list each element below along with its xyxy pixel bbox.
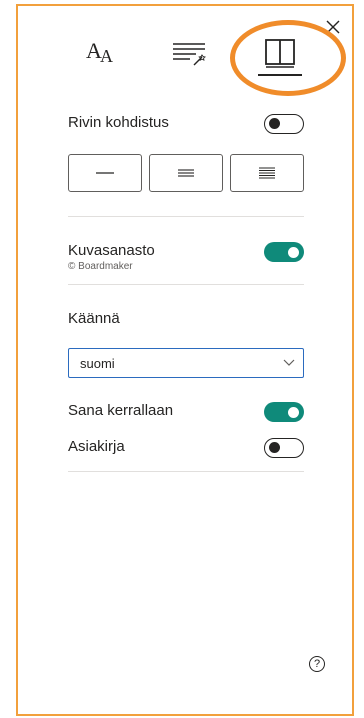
divider bbox=[68, 284, 304, 285]
tab-bar: A A bbox=[0, 36, 364, 80]
toggle-knob bbox=[288, 407, 299, 418]
picture-dictionary-credit: © Boardmaker bbox=[68, 261, 133, 272]
picture-dictionary-row: Kuvasanasto © Boardmaker bbox=[68, 242, 304, 278]
divider bbox=[68, 216, 304, 217]
line-focus-one-line-button[interactable] bbox=[68, 154, 142, 192]
tab-text-preferences[interactable]: A A bbox=[78, 36, 122, 76]
book-icon bbox=[265, 39, 295, 68]
tab-grammar-options[interactable] bbox=[168, 36, 212, 76]
document-row: Asiakirja bbox=[68, 438, 304, 460]
toggle-knob bbox=[288, 247, 299, 258]
one-line-icon bbox=[96, 172, 114, 174]
help-button[interactable]: ? bbox=[309, 656, 325, 672]
line-focus-label: Rivin kohdistus bbox=[68, 114, 169, 131]
line-focus-five-lines-button[interactable] bbox=[230, 154, 304, 192]
line-focus-row: Rivin kohdistus bbox=[68, 114, 304, 136]
document-toggle[interactable] bbox=[264, 438, 304, 458]
toggle-knob bbox=[269, 118, 280, 129]
line-focus-toggle[interactable] bbox=[264, 114, 304, 134]
tab-reading-preferences[interactable] bbox=[258, 36, 302, 76]
close-button[interactable] bbox=[322, 16, 344, 38]
line-focus-options bbox=[68, 154, 304, 192]
document-label: Asiakirja bbox=[68, 438, 125, 455]
line-focus-three-lines-button[interactable] bbox=[149, 154, 223, 192]
help-icon: ? bbox=[313, 658, 321, 670]
word-by-word-label: Sana kerrallaan bbox=[68, 402, 174, 419]
translate-heading-row: Käännä bbox=[68, 310, 304, 332]
three-lines-icon bbox=[178, 169, 194, 177]
text-size-icon-small: A bbox=[100, 46, 113, 66]
five-lines-icon bbox=[259, 167, 275, 179]
close-icon bbox=[326, 20, 340, 34]
chevron-down-icon bbox=[283, 359, 295, 366]
word-by-word-toggle[interactable] bbox=[264, 402, 304, 422]
active-tab-indicator bbox=[258, 74, 302, 76]
toggle-knob bbox=[269, 442, 280, 453]
divider bbox=[68, 471, 304, 472]
translate-heading: Käännä bbox=[68, 310, 120, 327]
picture-dictionary-toggle[interactable] bbox=[264, 242, 304, 262]
translate-language-select[interactable]: suomi bbox=[68, 348, 304, 378]
grammar-wand-icon bbox=[173, 43, 206, 66]
word-by-word-row: Sana kerrallaan bbox=[68, 402, 304, 424]
translate-language-value: suomi bbox=[80, 356, 115, 371]
